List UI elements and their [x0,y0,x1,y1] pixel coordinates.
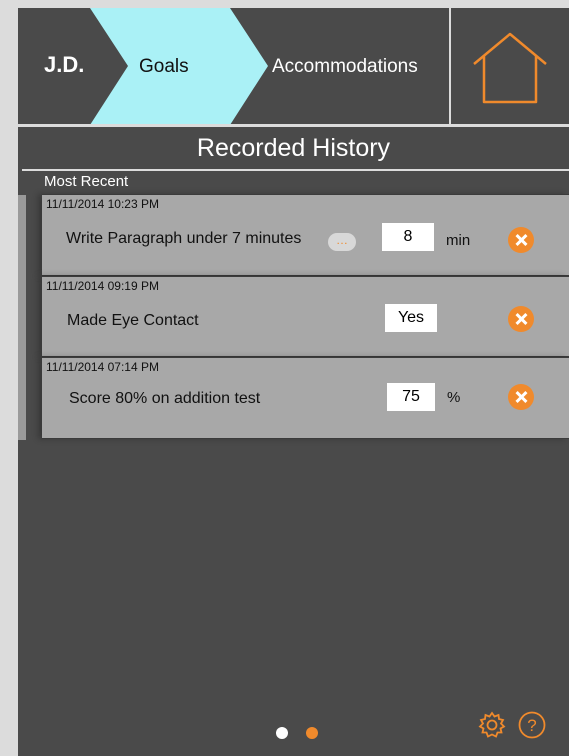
record-value[interactable]: 75 [387,383,435,411]
record-value[interactable]: Yes [385,304,437,332]
remove-icon[interactable] [508,384,534,410]
svg-text:?: ? [527,716,536,735]
record-unit: % [447,389,461,406]
accommodations-tab[interactable]: Accommodations [272,56,418,78]
record-timestamp: 11/11/2014 09:19 PM [46,279,159,293]
app-screen: J.D. Goals Accommodations Recorded Histo… [18,8,569,756]
remove-icon[interactable] [508,227,534,253]
header-divider-bottom [18,124,569,127]
note-icon[interactable]: … [328,233,356,251]
section-label: Most Recent [44,173,129,190]
top-navigation-bar: J.D. Goals Accommodations [18,8,569,127]
page-dot[interactable] [276,727,288,739]
gear-icon[interactable] [477,710,507,745]
title-divider [22,169,569,171]
record-card: 11/11/2014 10:23 PM Write Paragraph unde… [42,194,569,276]
record-value[interactable]: 8 [382,223,434,251]
home-icon [473,32,547,104]
record-unit: min [446,232,471,249]
record-goal: Score 80% on addition test [69,390,261,407]
record-card: 11/11/2014 07:14 PM Score 80% on additio… [42,357,569,439]
home-button[interactable] [451,8,569,125]
help-icon[interactable]: ? [517,710,547,745]
previous-page-edge [18,195,26,440]
page-title: Recorded History [196,134,391,162]
record-goal: Write Paragraph under 7 minutes [66,230,302,247]
record-goal: Made Eye Contact [67,312,199,329]
remove-icon[interactable] [508,306,534,332]
student-initials: J.D. [44,52,85,77]
record-timestamp: 11/11/2014 10:23 PM [46,197,159,211]
goals-tab-label[interactable]: Goals [139,56,189,78]
page-dot-active[interactable] [306,727,318,739]
record-timestamp: 11/11/2014 07:14 PM [46,360,159,374]
record-card: 11/11/2014 09:19 PM Made Eye Contact Yes [42,276,569,357]
